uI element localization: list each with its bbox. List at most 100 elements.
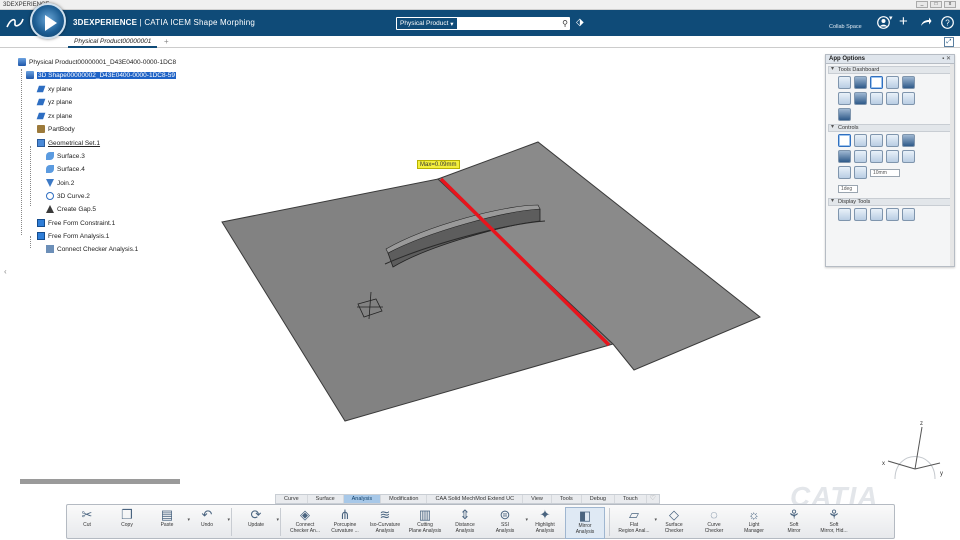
more-tabs-icon[interactable]: ♡ <box>647 495 659 503</box>
control-icon[interactable] <box>902 134 915 147</box>
tool-icon[interactable] <box>838 76 851 89</box>
control-icon[interactable] <box>902 150 915 163</box>
mirror-analysis-button[interactable]: ◧ Mirror Analysis <box>565 507 605 539</box>
tab-analysis[interactable]: Analysis <box>343 495 382 503</box>
add-tab-button[interactable]: + <box>164 37 169 46</box>
tree-node-surface-4[interactable]: Surface.4 <box>46 164 85 174</box>
tree-node-zx-plane[interactable]: zx plane <box>36 111 72 121</box>
distance-analysis-button[interactable]: ⇕ Distance Analysis <box>445 507 485 539</box>
compass-icon[interactable] <box>30 3 66 39</box>
tree-node-3d-curve-2[interactable]: 3D Curve.2 <box>46 191 90 201</box>
control-icon[interactable] <box>838 166 851 179</box>
control-icon[interactable] <box>886 134 899 147</box>
panel-close-icon[interactable]: ▪ ✕ <box>942 55 951 64</box>
share-icon[interactable] <box>920 16 932 31</box>
distance-field[interactable]: 10mm <box>870 169 900 177</box>
tool-icon[interactable] <box>870 92 883 105</box>
copy-button[interactable]: ❐ Copy <box>107 507 147 539</box>
maximize-icon[interactable]: ⤢ <box>944 37 954 47</box>
display-tool-icon[interactable] <box>870 208 883 221</box>
close-button[interactable]: x <box>944 1 956 8</box>
light-manager-button[interactable]: ☼ Light Manager <box>734 507 774 539</box>
tool-icon[interactable] <box>886 76 899 89</box>
tab-view[interactable]: View <box>523 495 552 503</box>
connect-checker-button[interactable]: ◈ Connect Checker An... <box>285 507 325 539</box>
3d-viewport[interactable]: Max=0.09mm Physical Product00000001_D43E… <box>0 49 960 540</box>
panel-scrollbar[interactable] <box>950 64 954 266</box>
tree-node-join-2[interactable]: Join.2 <box>46 178 74 188</box>
search-scope-dropdown[interactable]: Physical Product ▾ <box>397 18 457 29</box>
iso-curvature-button[interactable]: ≋ Iso-Curvature Analysis <box>365 507 405 539</box>
tab-modification[interactable]: Modification <box>381 495 428 503</box>
tool-icon[interactable] <box>838 92 851 105</box>
tool-icon[interactable] <box>870 76 883 89</box>
soft-mirror-hide-button[interactable]: ⚘ Soft Mirror, Hid... <box>814 507 854 539</box>
tab-surface[interactable]: Surface <box>308 495 344 503</box>
tool-icon[interactable] <box>838 108 851 121</box>
tab-curve[interactable]: Curve <box>276 495 308 503</box>
section-tools-dashboard[interactable]: Tools Dashboard <box>828 66 952 74</box>
tree-node-free-form-analysis[interactable]: Free Form Analysis.1 <box>37 231 109 241</box>
display-tool-icon[interactable] <box>854 208 867 221</box>
update-button[interactable]: ⟳ Update ▾ <box>236 507 279 539</box>
control-icon[interactable] <box>854 166 867 179</box>
section-display-tools[interactable]: Display Tools <box>828 198 952 206</box>
ssi-analysis-button[interactable]: ⊜ SSI Analysis ▾ <box>485 507 528 539</box>
control-icon[interactable] <box>854 150 867 163</box>
chevron-down-icon[interactable]: ▾ <box>889 14 893 22</box>
dropdown-arrow-icon[interactable]: ▾ <box>227 517 230 524</box>
control-icon[interactable] <box>886 150 899 163</box>
restore-button[interactable]: □ <box>930 1 942 8</box>
section-controls[interactable]: Controls <box>828 124 952 132</box>
cutting-plane-button[interactable]: ▥ Cutting Plane Analysis <box>405 507 445 539</box>
cut-button[interactable]: ✂ Cut <box>67 507 107 539</box>
tree-node-connect-checker[interactable]: Connect Checker Analysis.1 <box>46 244 138 254</box>
control-icon[interactable] <box>854 134 867 147</box>
display-tool-icon[interactable] <box>838 208 851 221</box>
tool-icon[interactable] <box>854 76 867 89</box>
tree-node-xy-plane[interactable]: xy plane <box>36 84 72 94</box>
search-icon[interactable]: ⚲ <box>562 19 568 28</box>
search-bar[interactable]: Physical Product ▾ ⚲ <box>396 17 570 30</box>
porcupine-button[interactable]: ⋔ Porcupine Curvature ... <box>325 507 365 539</box>
tree-node-free-form-constraint[interactable]: Free Form Constraint.1 <box>37 218 115 228</box>
tab-tools[interactable]: Tools <box>552 495 582 503</box>
tab-touch[interactable]: Touch <box>615 495 647 503</box>
tool-icon[interactable] <box>854 92 867 105</box>
control-icon[interactable] <box>870 134 883 147</box>
help-icon[interactable]: ? <box>941 16 954 32</box>
tree-node-shape[interactable]: 3D Shape00000002_D43E0400-0000-1DC8-59 <box>26 70 176 80</box>
add-icon[interactable]: + <box>899 13 908 30</box>
display-tool-icon[interactable] <box>902 208 915 221</box>
tool-icon[interactable] <box>902 92 915 105</box>
tab-debug[interactable]: Debug <box>582 495 615 503</box>
collab-space-label[interactable]: Collab Space <box>829 24 862 30</box>
tag-icon[interactable]: ⬗ <box>576 17 584 28</box>
panel-collapse-arrow-icon[interactable]: ‹ <box>4 267 7 276</box>
tree-node-create-gap-5[interactable]: Create Gap.5 <box>46 204 96 214</box>
tool-icon[interactable] <box>902 76 915 89</box>
undo-button[interactable]: ↶ Undo ▾ <box>187 507 230 539</box>
compass-axes[interactable]: z x y <box>880 419 950 499</box>
control-icon[interactable] <box>838 134 851 147</box>
tree-node-geometrical-set[interactable]: Geometrical Set.1 <box>37 138 100 148</box>
control-icon[interactable] <box>838 150 851 163</box>
control-icon[interactable] <box>870 150 883 163</box>
flat-region-button[interactable]: ▱ Flat Region Anal... ▾ <box>614 507 657 539</box>
tree-node-yz-plane[interactable]: yz plane <box>36 97 72 107</box>
tab-physical-product[interactable]: Physical Product00000001 <box>68 37 158 48</box>
tree-node-root[interactable]: Physical Product00000001_D43E0400-0000-1… <box>18 57 176 67</box>
tree-node-partbody[interactable]: PartBody <box>37 124 75 134</box>
highlight-analysis-button[interactable]: ✦Highlight Analysis▾ <box>525 507 568 539</box>
tab-caa-solid[interactable]: CAA Solid MechMod Extend UC <box>427 495 524 503</box>
search-input[interactable] <box>456 18 563 29</box>
surface-checker-button[interactable]: ◇ Surface Checker <box>654 507 694 539</box>
dropdown-arrow-icon[interactable]: ▾ <box>276 517 279 524</box>
display-tool-icon[interactable] <box>886 208 899 221</box>
minimize-button[interactable]: _ <box>916 1 928 8</box>
curve-checker-button[interactable]: ◌ Curve Checker <box>694 507 734 539</box>
soft-mirror-button[interactable]: ⚘ Soft Mirror <box>774 507 814 539</box>
tree-node-surface-3[interactable]: Surface.3 <box>46 151 85 161</box>
angle-field[interactable]: 1deg <box>838 185 858 193</box>
paste-button[interactable]: ▤ Paste ▾ <box>147 507 190 539</box>
